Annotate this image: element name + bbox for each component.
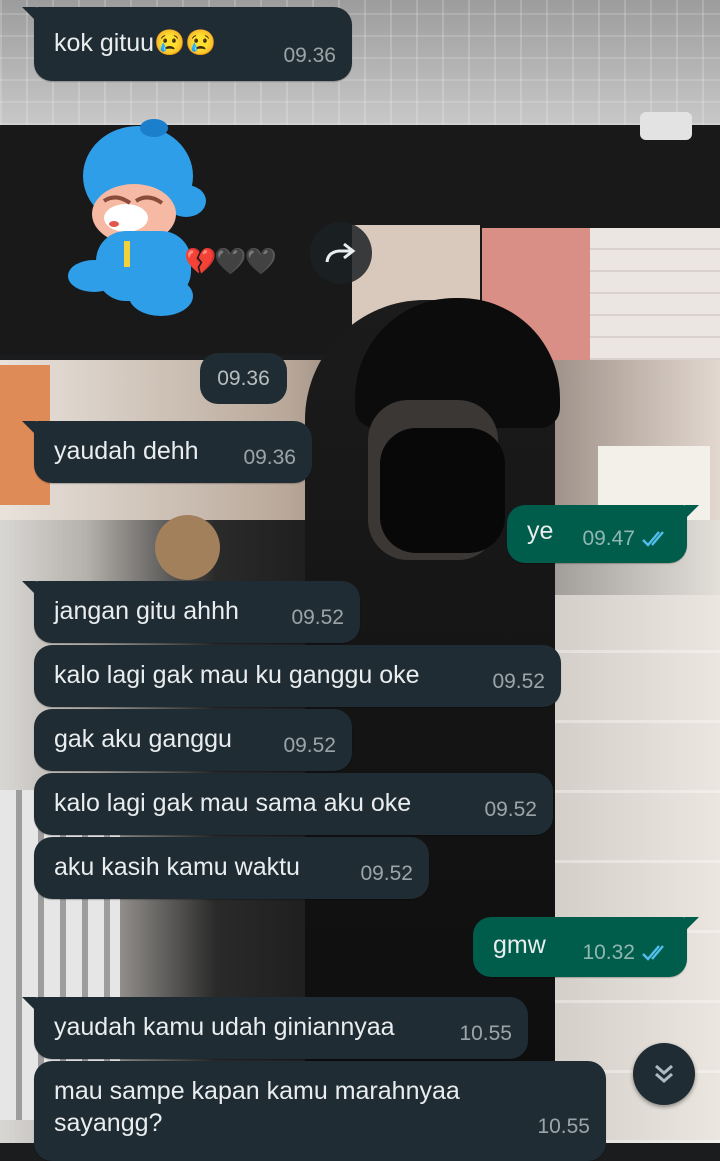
message-time: 09.52 [484, 798, 537, 821]
message-text: kalo lagi gak mau sama aku oke [54, 789, 412, 817]
message-text: yaudah kamu udah giniannyaa [54, 1013, 395, 1041]
scroll-to-bottom-button[interactable] [633, 1043, 695, 1105]
forward-icon [325, 242, 356, 263]
message-bubble[interactable]: kalo lagi gak mau sama aku oke 09.52 [34, 773, 553, 835]
message-time: 10.55 [459, 1022, 512, 1045]
message-text: gmw [493, 931, 546, 959]
message-time: 10.32 [582, 941, 635, 964]
message-text: gak aku ganggu [54, 725, 232, 753]
crying-pocoyo-sticker[interactable]: 💔🖤🖤 [66, 116, 281, 326]
message-bubble[interactable]: jangan gitu ahhh 09.52 [22, 581, 360, 643]
message-time: 09.47 [582, 527, 635, 550]
sticker-time: 09.36 [200, 353, 287, 404]
message-time: 09.52 [360, 862, 413, 885]
message-time: 10.55 [537, 1115, 590, 1138]
double-chevron-down-icon [655, 1064, 673, 1083]
message-bubble[interactable]: kok gituu😢😢 09.36 [22, 7, 352, 81]
message-time: 09.52 [291, 606, 344, 629]
forward-button[interactable] [310, 222, 372, 284]
message-time: 09.52 [492, 670, 545, 693]
message-bubble[interactable]: mau sampe kapan kamu marahnyaa sayangg? … [34, 1061, 606, 1161]
message-time: 09.52 [283, 734, 336, 757]
hearts-emoji: 💔🖤🖤 [184, 246, 277, 276]
message-text: kok gituu😢😢 [54, 29, 217, 57]
message-text: yaudah dehh [54, 437, 199, 465]
message-text: aku kasih kamu waktu [54, 853, 300, 881]
message-bubble[interactable]: ye 09.47 [507, 505, 699, 563]
message-bubble[interactable]: gmw 10.32 [473, 917, 699, 977]
message-text: jangan gitu ahhh [54, 597, 239, 625]
message-bubble[interactable]: yaudah dehh 09.36 [22, 421, 312, 483]
message-bubble[interactable]: kalo lagi gak mau ku ganggu oke 09.52 [34, 645, 561, 707]
message-time: 09.36 [243, 446, 296, 469]
double-check-icon [642, 945, 664, 961]
message-text: ye [527, 517, 554, 545]
message-text: kalo lagi gak mau ku ganggu oke [54, 661, 420, 689]
message-bubble[interactable]: aku kasih kamu waktu 09.52 [34, 837, 429, 899]
message-bubble[interactable]: gak aku ganggu 09.52 [34, 709, 352, 771]
double-check-icon [642, 531, 664, 547]
message-bubble[interactable]: yaudah kamu udah giniannyaa 10.55 [22, 997, 528, 1059]
message-time: 09.36 [283, 44, 336, 67]
message-text: mau sampe kapan kamu marahnyaa sayangg? [54, 1077, 460, 1137]
